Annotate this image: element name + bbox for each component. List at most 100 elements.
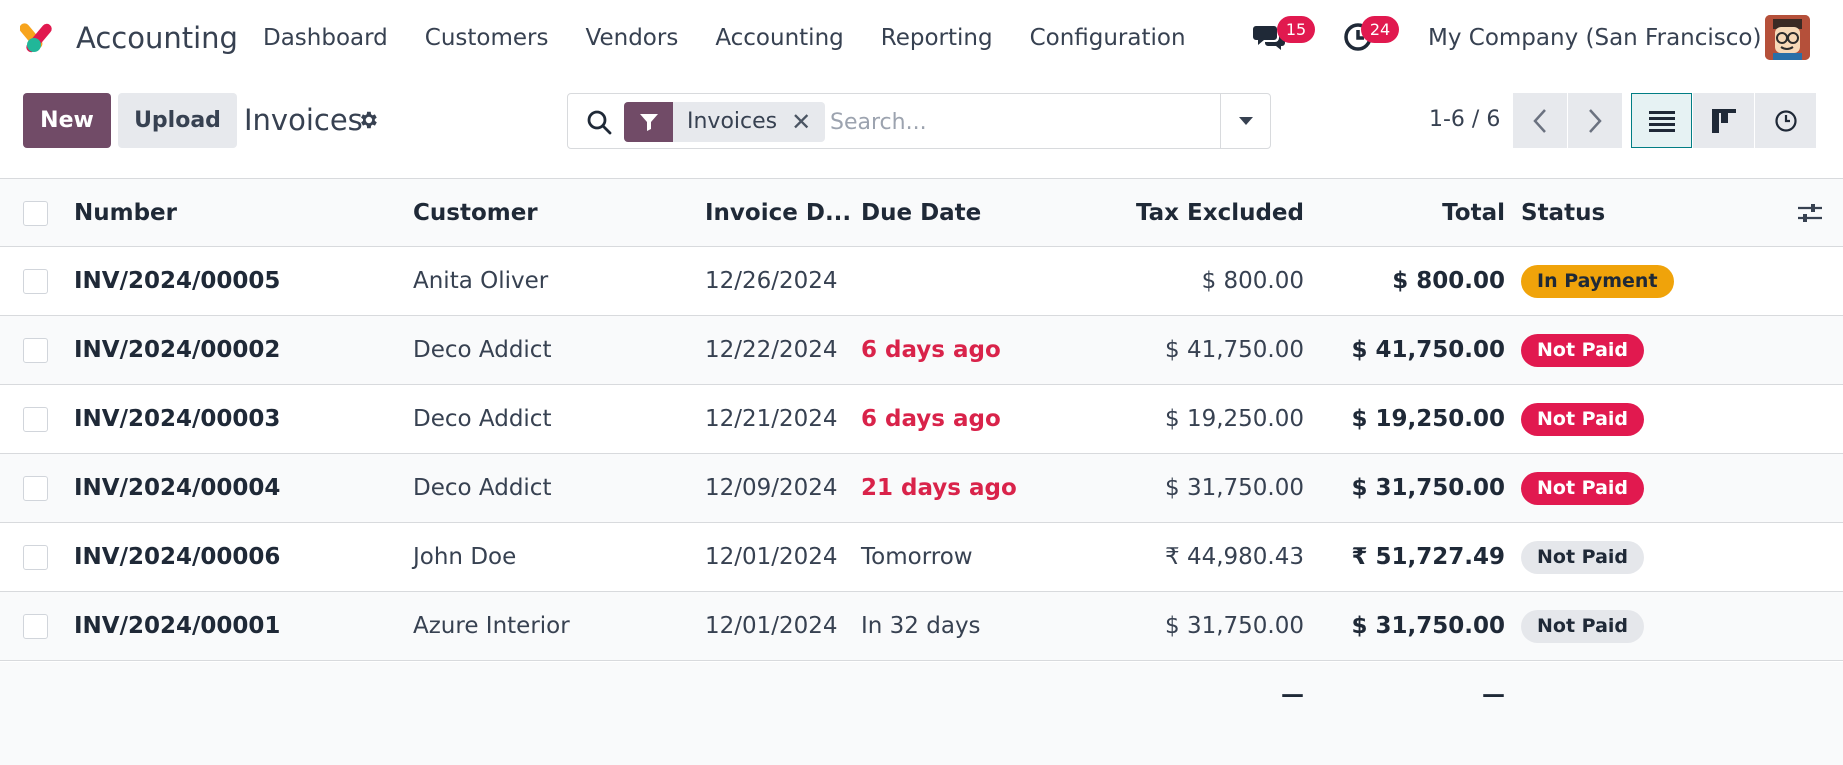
chevron-right-icon xyxy=(1589,108,1602,133)
menu-dashboard[interactable]: Dashboard xyxy=(263,18,388,58)
avatar-face-icon xyxy=(1765,15,1810,60)
table-row[interactable]: INV/2024/00003 Deco Addict 12/21/2024 6 … xyxy=(0,385,1843,454)
pager-previous-button[interactable] xyxy=(1513,93,1567,148)
due-date: 21 days ago xyxy=(861,475,1017,501)
user-avatar[interactable] xyxy=(1765,15,1810,60)
customer-name: Azure Interior xyxy=(413,613,570,639)
menu-configuration[interactable]: Configuration xyxy=(1030,18,1186,58)
upload-button[interactable]: Upload xyxy=(118,93,237,148)
invoice-number: INV/2024/00004 xyxy=(74,475,281,501)
row-checkbox[interactable] xyxy=(23,269,48,294)
row-checkbox[interactable] xyxy=(23,476,48,501)
status-badge: Not Paid xyxy=(1521,471,1645,505)
messages-count-badge: 15 xyxy=(1277,16,1315,43)
status-badge: Not Paid xyxy=(1521,333,1645,367)
total: $ 19,250.00 xyxy=(1351,406,1505,432)
menu-reporting[interactable]: Reporting xyxy=(881,18,993,58)
invoice-number: INV/2024/00002 xyxy=(74,337,281,363)
kanban-icon xyxy=(1711,108,1736,133)
due-date: 6 days ago xyxy=(861,337,1001,363)
menu-vendors[interactable]: Vendors xyxy=(586,18,679,58)
facet-remove-icon[interactable]: ✕ xyxy=(791,102,825,142)
status-cell: Not Paid xyxy=(1521,316,1645,384)
status-cell: Not Paid xyxy=(1521,592,1645,660)
tax-excluded: $ 31,750.00 xyxy=(1165,475,1304,501)
invoice-date: 12/21/2024 xyxy=(705,406,838,432)
column-due-date[interactable]: Due Date xyxy=(861,179,981,246)
list-icon xyxy=(1648,110,1675,132)
tax-excluded: $ 41,750.00 xyxy=(1165,337,1304,363)
customer-name: Deco Addict xyxy=(413,337,552,363)
chevron-left-icon xyxy=(1533,108,1546,133)
total-sum: — xyxy=(1482,682,1505,708)
select-all-checkbox[interactable] xyxy=(23,201,48,226)
column-invoice-date[interactable]: Invoice D... xyxy=(705,179,851,246)
table-row[interactable]: INV/2024/00004 Deco Addict 12/09/2024 21… xyxy=(0,454,1843,523)
total: $ 800.00 xyxy=(1392,268,1505,294)
kanban-view-button[interactable] xyxy=(1693,93,1754,148)
clock-icon xyxy=(1774,109,1797,132)
row-checkbox[interactable] xyxy=(23,338,48,363)
menu-accounting[interactable]: Accounting xyxy=(715,18,843,58)
search-options-toggle[interactable] xyxy=(1220,94,1270,148)
facet-label: Invoices xyxy=(687,109,778,134)
column-total[interactable]: Total xyxy=(1320,179,1505,246)
pager-value[interactable]: 1-6 / 6 xyxy=(1429,100,1500,140)
invoice-date: 12/01/2024 xyxy=(705,613,838,639)
activity-view-button[interactable] xyxy=(1755,93,1816,148)
status-badge: Not Paid xyxy=(1521,402,1645,436)
column-status[interactable]: Status xyxy=(1521,179,1605,246)
due-date: 6 days ago xyxy=(861,406,1001,432)
activities-count-badge: 24 xyxy=(1361,16,1399,43)
invoice-number: INV/2024/00003 xyxy=(74,406,281,432)
new-button[interactable]: New xyxy=(23,93,111,148)
row-checkbox[interactable] xyxy=(23,545,48,570)
gear-icon[interactable] xyxy=(357,109,379,131)
column-tax-excluded[interactable]: Tax Excluded xyxy=(1100,179,1304,246)
invoice-table: Number Customer Invoice D... Due Date Ta… xyxy=(0,178,1843,729)
status-cell: Not Paid xyxy=(1521,523,1645,591)
total: $ 31,750.00 xyxy=(1351,613,1505,639)
row-checkbox[interactable] xyxy=(23,614,48,639)
column-customer[interactable]: Customer xyxy=(413,179,538,246)
optional-columns-toggle[interactable] xyxy=(1797,179,1823,246)
list-view-button[interactable] xyxy=(1631,93,1692,148)
table-row[interactable]: INV/2024/00001 Azure Interior 12/01/2024… xyxy=(0,592,1843,661)
status-cell: In Payment xyxy=(1521,247,1674,315)
accounting-app-icon[interactable] xyxy=(20,18,60,58)
table-row[interactable]: INV/2024/00006 John Doe 12/01/2024 Tomor… xyxy=(0,523,1843,592)
invoice-date: 12/09/2024 xyxy=(705,475,838,501)
app-name[interactable]: Accounting xyxy=(76,18,238,58)
page-title[interactable]: Invoices xyxy=(244,100,363,140)
total: $ 31,750.00 xyxy=(1351,475,1505,501)
table-footer: — — xyxy=(0,661,1843,729)
invoice-number: INV/2024/00005 xyxy=(74,268,281,294)
total: $ 41,750.00 xyxy=(1351,337,1505,363)
row-checkbox[interactable] xyxy=(23,407,48,432)
due-date: In 32 days xyxy=(861,613,981,639)
sliders-icon xyxy=(1798,203,1822,222)
table-row[interactable]: INV/2024/00005 Anita Oliver 12/26/2024 $… xyxy=(0,247,1843,316)
filter-icon xyxy=(624,102,673,142)
table-row[interactable]: INV/2024/00002 Deco Addict 12/22/2024 6 … xyxy=(0,316,1843,385)
invoice-date: 12/26/2024 xyxy=(705,268,838,294)
pager-next-button[interactable] xyxy=(1568,93,1622,148)
customer-name: Deco Addict xyxy=(413,475,552,501)
filter-facet: Invoices ✕ xyxy=(624,102,826,142)
tax-excluded: $ 19,250.00 xyxy=(1165,406,1304,432)
search-bar: Invoices ✕ xyxy=(567,93,1271,149)
search-icon[interactable] xyxy=(586,109,612,135)
main-menu: Dashboard Customers Vendors Accounting R… xyxy=(263,18,1223,58)
invoice-number: INV/2024/00006 xyxy=(74,544,281,570)
search-input[interactable] xyxy=(830,102,1220,142)
status-cell: Not Paid xyxy=(1521,454,1645,522)
invoice-date: 12/01/2024 xyxy=(705,544,838,570)
customer-name: Anita Oliver xyxy=(413,268,549,294)
company-switcher[interactable]: My Company (San Francisco) xyxy=(1428,18,1761,58)
menu-customers[interactable]: Customers xyxy=(425,18,549,58)
status-badge: In Payment xyxy=(1521,264,1674,298)
column-number[interactable]: Number xyxy=(74,179,177,246)
total: ₹ 51,727.49 xyxy=(1351,544,1505,570)
tax-excluded-total: — xyxy=(1281,682,1304,708)
invoice-date: 12/22/2024 xyxy=(705,337,838,363)
